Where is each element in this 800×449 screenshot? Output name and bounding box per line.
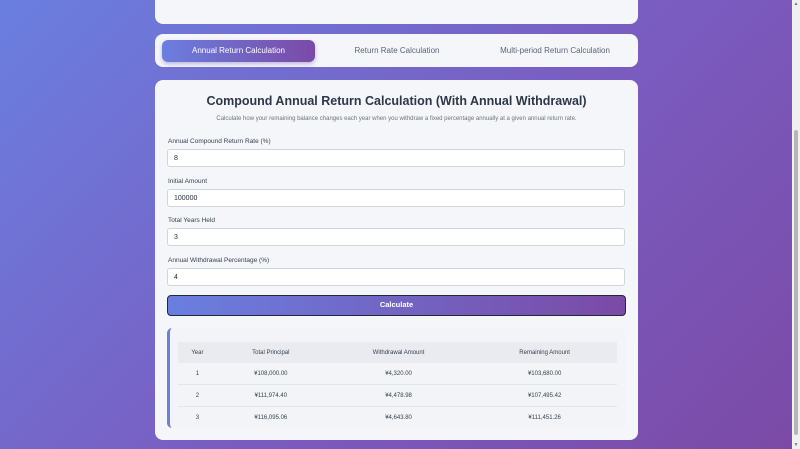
scroll-up-icon[interactable]: ▲	[793, 1, 799, 7]
table-header-row: Year Total Principal Withdrawal Amount R…	[178, 342, 617, 363]
cell-year: 2	[178, 384, 217, 407]
cell-total-principal: ¥116,095.06	[254, 414, 288, 421]
scroll-down-icon[interactable]: ▼	[793, 442, 799, 448]
col-header-withdrawal: Withdrawal Amount	[324, 342, 473, 363]
cell-withdrawal: ¥4,320.00	[324, 363, 473, 385]
page-scrollbar[interactable]: ▲ ▼	[792, 0, 800, 449]
rate-label: Annual Compound Return Rate (%)	[168, 138, 271, 145]
withdrawal-input[interactable]	[167, 268, 625, 286]
cell-remaining: ¥107,495.42	[472, 384, 617, 407]
cell-remaining: ¥103,680.00	[472, 363, 617, 385]
cell-remaining: ¥111,451.26	[528, 414, 561, 421]
calculator-card: Compound Annual Return Calculation (With…	[155, 80, 638, 440]
page-title: Compound Annual Return Calculation (With…	[206, 94, 587, 108]
rate-input[interactable]	[167, 149, 625, 167]
col-header-year: Year	[178, 342, 217, 363]
tab-annual-return[interactable]: Annual Return Calculation	[162, 40, 315, 62]
cell-total-principal: ¥111,974.40	[216, 384, 325, 407]
tab-bar: Annual Return Calculation Return Rate Ca…	[155, 34, 638, 67]
initial-amount-label: Initial Amount	[168, 178, 208, 185]
previous-section-card	[155, 0, 638, 24]
years-input[interactable]	[167, 228, 625, 246]
calculate-button[interactable]: Calculate	[167, 295, 626, 316]
table-row: 1 ¥108,000.00 ¥4,320.00 ¥103,680.00	[178, 363, 617, 385]
scrollbar-thumb[interactable]	[794, 130, 798, 435]
tab-return-rate[interactable]: Return Rate Calculation	[321, 40, 473, 62]
cell-year: 3	[195, 414, 200, 421]
col-header-remaining: Remaining Amount	[472, 342, 617, 363]
results-table: Year Total Principal Withdrawal Amount R…	[178, 342, 617, 428]
cell-year: 1	[178, 363, 217, 385]
col-header-total-principal: Total Principal	[216, 342, 325, 363]
cell-withdrawal: ¥4,643.80	[385, 414, 412, 421]
page-description: Calculate how your remaining balance cha…	[216, 116, 577, 122]
cell-withdrawal: ¥4,478.98	[324, 384, 473, 407]
table-row: 2 ¥111,974.40 ¥4,478.98 ¥107,495.42	[178, 384, 617, 407]
years-label: Total Years Held	[168, 217, 215, 224]
withdrawal-label: Annual Withdrawal Percentage (%)	[168, 257, 270, 264]
table-row: 3 ¥116,095.06 ¥4,643.80 ¥111,451.26	[178, 407, 617, 429]
results-panel: Year Total Principal Withdrawal Amount R…	[167, 328, 625, 428]
initial-amount-input[interactable]	[167, 189, 625, 207]
tab-multi-period[interactable]: Multi-period Return Calculation	[479, 40, 631, 62]
cell-total-principal: ¥108,000.00	[216, 363, 325, 385]
